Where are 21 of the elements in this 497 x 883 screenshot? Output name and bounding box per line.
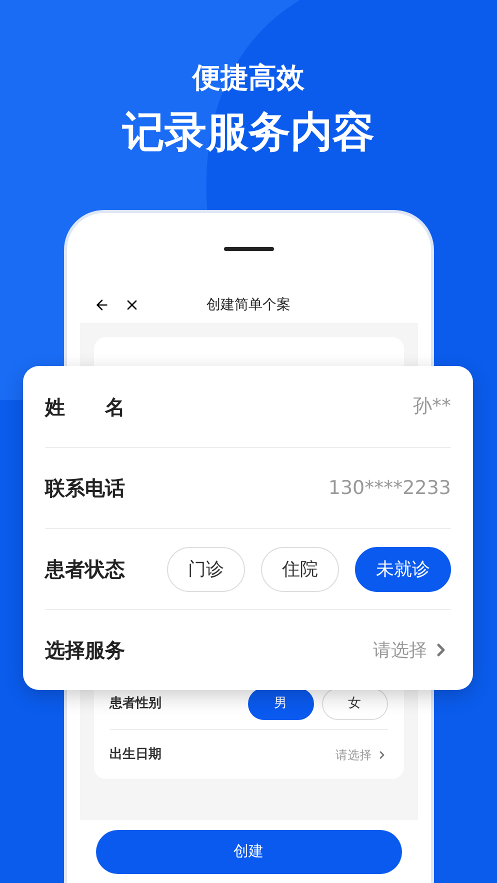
option-chip[interactable]: 未就诊 — [355, 546, 451, 592]
field-label: 联系电话 — [45, 475, 125, 502]
option-chip[interactable]: 女 — [322, 688, 388, 720]
headline-subtitle: 便捷高效 — [192, 60, 304, 96]
select-button[interactable]: 请选择 — [336, 746, 388, 764]
option-chip[interactable]: 门诊 — [167, 546, 245, 592]
select-button[interactable]: 请选择 — [373, 636, 451, 664]
field-value: 130****2233 — [328, 476, 451, 501]
field-label: 患者状态 — [45, 556, 125, 583]
nav-title: 创建简单个案 — [206, 296, 290, 314]
phone-speaker — [224, 247, 274, 251]
field-label: 患者性别 — [110, 695, 162, 714]
back-button[interactable] — [94, 297, 110, 313]
option-chip[interactable]: 住院 — [261, 546, 339, 592]
field-label: 姓 名 — [45, 394, 125, 420]
field-label: 出生日期 — [110, 746, 162, 764]
field-label: 选择服务 — [45, 637, 125, 664]
field-value: 孙** — [413, 394, 451, 420]
option-chip[interactable]: 男 — [248, 688, 314, 720]
create-button[interactable]: 创建 — [96, 830, 402, 874]
headline-title: 记录服务内容 — [122, 106, 374, 158]
